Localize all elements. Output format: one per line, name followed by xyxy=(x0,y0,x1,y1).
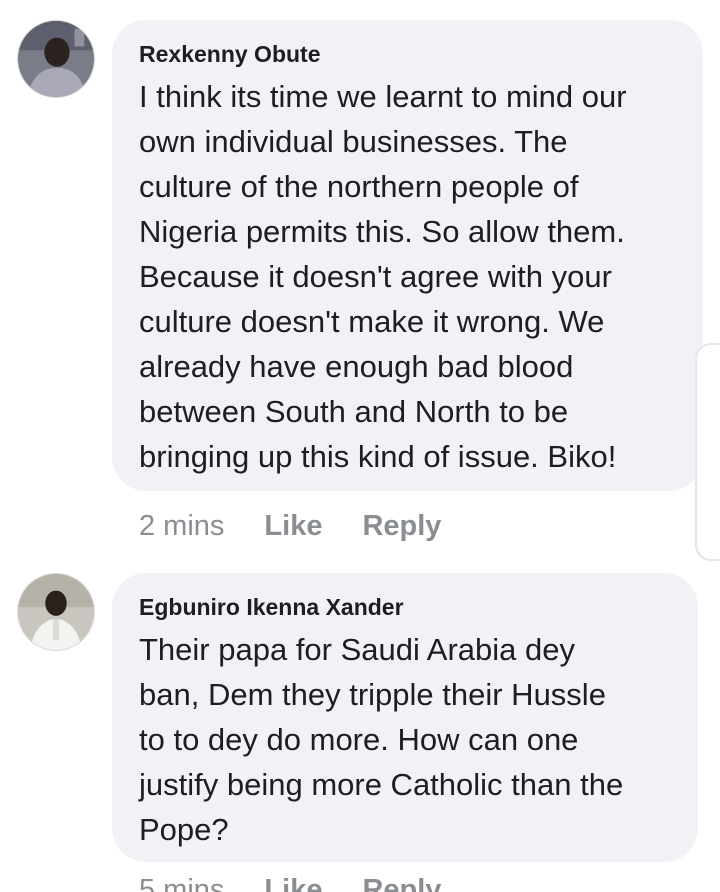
comment-line: between South and North to be xyxy=(139,394,569,429)
comment-line: Because it doesn't agree with your xyxy=(139,259,612,294)
comment-line: Their papa for Saudi Arabia dey xyxy=(139,632,575,667)
comment-line: I think its time we learnt to mind our xyxy=(139,79,627,114)
comment-line: justify being more Catholic than the xyxy=(139,767,624,802)
comment-meta: 2 mins Like Reply xyxy=(139,506,481,546)
avatar[interactable] xyxy=(17,20,95,98)
profile-photo-icon xyxy=(18,574,94,650)
comment-author[interactable]: Rexkenny Obute xyxy=(139,40,703,68)
like-button[interactable]: Like xyxy=(264,874,322,892)
comment-timestamp[interactable]: 2 mins xyxy=(139,510,224,543)
comment-author[interactable]: Egbuniro Ikenna Xander xyxy=(139,593,698,621)
comment-timestamp[interactable]: 5 mins xyxy=(139,874,224,892)
comment-line: already have enough bad blood xyxy=(139,349,574,384)
reply-button[interactable]: Reply xyxy=(362,510,441,543)
comment-text: I think its time we learnt to mind our o… xyxy=(139,74,703,479)
reply-button[interactable]: Reply xyxy=(362,874,441,892)
profile-photo-icon xyxy=(18,21,94,97)
avatar[interactable] xyxy=(17,573,95,651)
comment-line: own individual businesses. The xyxy=(139,124,568,159)
comment-bubble: Egbuniro Ikenna Xander Their papa for Sa… xyxy=(112,573,698,862)
comments-page: Rexkenny Obute I think its time we learn… xyxy=(0,0,720,892)
comment-line: ban, Dem they tripple their Hussle xyxy=(139,677,606,712)
comment-text: Their papa for Saudi Arabia dey ban, Dem… xyxy=(139,627,698,852)
comment-bubble: Rexkenny Obute I think its time we learn… xyxy=(112,20,703,491)
side-panel-handle[interactable] xyxy=(695,343,720,561)
comment-line: culture of the northern people of xyxy=(139,169,579,204)
comment-line: bringing up this kind of issue. Biko! xyxy=(139,439,617,474)
comment-line: Pope? xyxy=(139,812,229,847)
comment-meta: 5 mins Like Reply xyxy=(139,870,481,892)
like-button[interactable]: Like xyxy=(264,510,322,543)
comment-line: culture doesn't make it wrong. We xyxy=(139,304,605,339)
comment-line: to to dey do more. How can one xyxy=(139,722,579,757)
comment-line: Nigeria permits this. So allow them. xyxy=(139,214,625,249)
